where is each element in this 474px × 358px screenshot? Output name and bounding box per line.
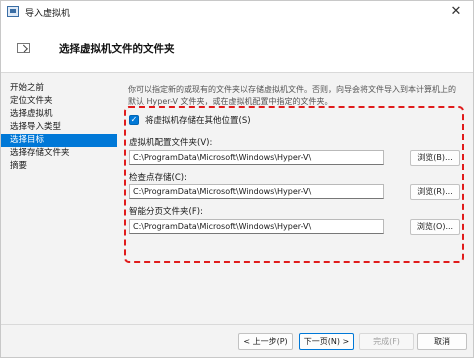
vm-config-folder-label: 虚拟机配置文件夹(V):	[129, 138, 213, 148]
nav-item-locate-folder[interactable]: 定位文件夹	[1, 95, 117, 108]
wizard-content: 你可以指定新的或现有的文件夹以存储虚拟机文件。否则，向导会将文件导入到本计算机上…	[117, 74, 473, 324]
browse-checkpoint-store-button[interactable]: 浏览(R)...	[410, 184, 460, 200]
wizard-step-nav: 开始之前 定位文件夹 选择虚拟机 选择导入类型 选择目标 选择存储文件夹 摘要	[1, 74, 117, 324]
nav-item-summary[interactable]: 摘要	[1, 160, 117, 173]
previous-button[interactable]: < 上一步(P)	[238, 333, 293, 350]
next-button[interactable]: 下一页(N) >	[299, 333, 354, 350]
browse-config-folder-button[interactable]: 浏览(B)...	[410, 150, 460, 166]
nav-item-choose-destination[interactable]: 选择目标	[1, 134, 117, 147]
app-window-icon	[7, 6, 19, 17]
store-elsewhere-checkbox[interactable]: ✓	[129, 115, 139, 125]
wizard-footer: < 上一步(P) 下一页(N) > 完成(F) 取消	[1, 324, 473, 357]
nav-item-choose-import-type[interactable]: 选择导入类型	[1, 121, 117, 134]
import-vm-wizard-window: 导入虚拟机 ✕ 选择虚拟机文件的文件夹 开始之前 定位文件夹 选择虚拟机 选择导…	[0, 0, 474, 358]
page-title: 选择虚拟机文件的文件夹	[59, 43, 175, 55]
browse-smart-paging-folder-button[interactable]: 浏览(O)...	[410, 219, 460, 235]
checkpoint-store-input[interactable]: C:\ProgramData\Microsoft\Windows\Hyper-V…	[129, 184, 384, 199]
store-elsewhere-label[interactable]: 将虚拟机存储在其他位置(S)	[145, 114, 251, 126]
nav-item-before-you-begin[interactable]: 开始之前	[1, 82, 117, 95]
nav-item-select-vm[interactable]: 选择虚拟机	[1, 108, 117, 121]
close-button[interactable]: ✕	[443, 2, 469, 22]
store-elsewhere-option[interactable]: ✓ 将虚拟机存储在其他位置(S)	[129, 114, 251, 126]
nav-item-choose-storage-folders[interactable]: 选择存储文件夹	[1, 147, 117, 160]
description-line-1: 你可以指定新的或现有的文件夹以存储虚拟机文件。否则，向导会将文件导入到本计算机上…	[128, 85, 456, 94]
window-title: 导入虚拟机	[25, 9, 71, 19]
smart-paging-folder-label: 智能分页文件夹(F):	[129, 207, 203, 217]
cancel-button[interactable]: 取消	[417, 333, 467, 350]
wizard-step-icon	[17, 43, 30, 53]
vm-config-folder-input[interactable]: C:\ProgramData\Microsoft\Windows\Hyper-V…	[129, 150, 384, 165]
smart-paging-folder-input[interactable]: C:\ProgramData\Microsoft\Windows\Hyper-V…	[129, 219, 384, 234]
title-bar: 导入虚拟机 ✕	[1, 1, 473, 23]
wizard-header: 选择虚拟机文件的文件夹	[1, 23, 473, 73]
finish-button[interactable]: 完成(F)	[359, 333, 414, 350]
checkpoint-store-label: 检查点存储(C):	[129, 173, 187, 183]
page-description: 你可以指定新的或现有的文件夹以存储虚拟机文件。否则，向导会将文件导入到本计算机上…	[128, 84, 458, 108]
